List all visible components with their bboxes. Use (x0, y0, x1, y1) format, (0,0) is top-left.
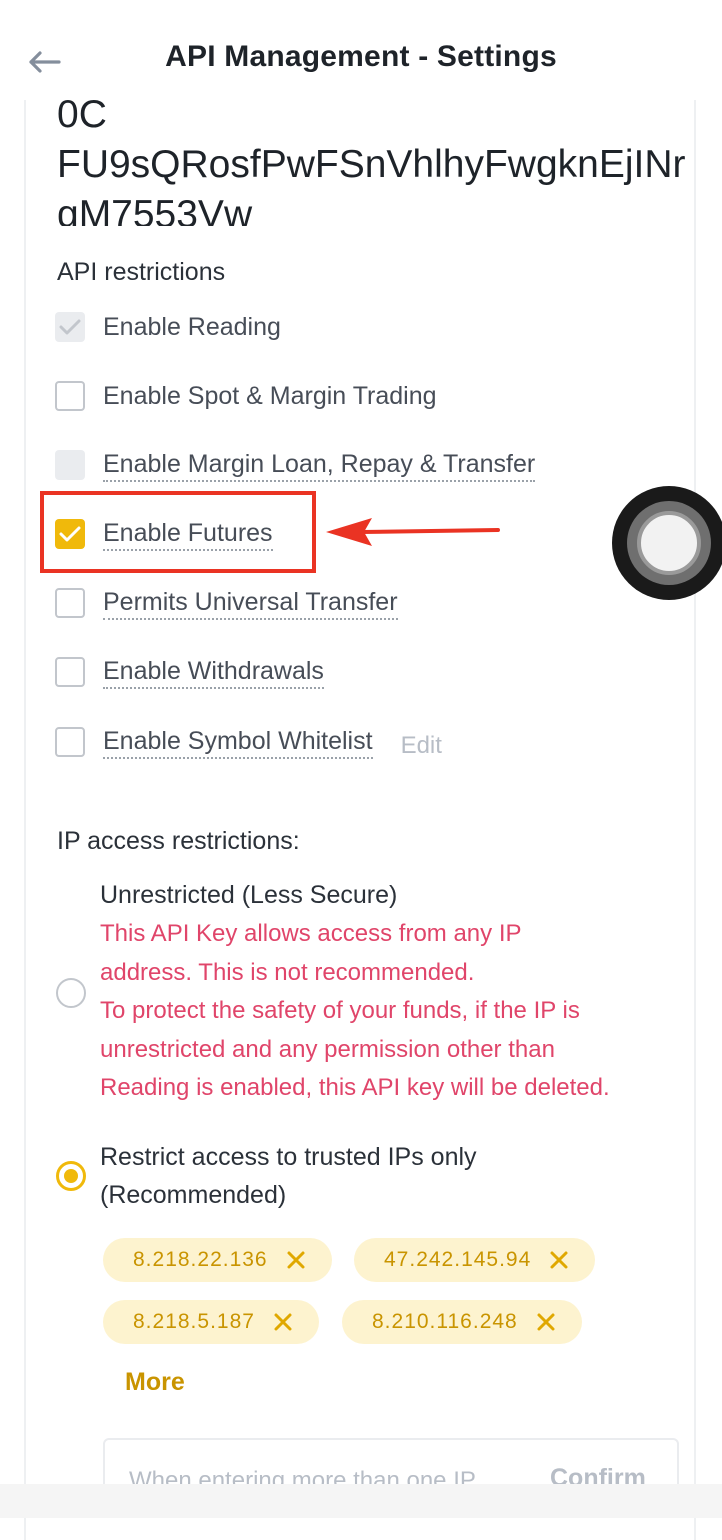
checkbox (55, 312, 85, 342)
ip-address: 8.218.5.187 (133, 1310, 255, 1333)
ip-chip: 8.218.22.136 (103, 1238, 332, 1282)
radio-selected-dot (64, 1169, 78, 1183)
ip-restrictions-heading: IP access restrictions: (57, 827, 300, 855)
api-restrictions-heading: API restrictions (57, 258, 226, 286)
api-key-line: FU9sQRosfPwFSnVhlhyFwgknEjINr (57, 143, 686, 186)
unrestricted-warning: This API Key allows access from any IP a… (100, 915, 700, 1108)
permission-label: Enable Margin Loan, Repay & Transfer (103, 449, 536, 482)
permission-enable-spot-margin-trading[interactable]: Enable Spot & Margin Trading (55, 376, 437, 416)
permission-enable-margin-loan: Enable Margin Loan, Repay & Transfer (55, 445, 536, 485)
check-icon (59, 319, 81, 335)
more-ips-link[interactable]: More (125, 1368, 185, 1397)
close-icon (550, 1251, 568, 1269)
ip-address: 47.242.145.94 (384, 1248, 532, 1271)
warning-line: This API Key allows access from any IP (100, 920, 522, 947)
annotation-highlight-box (40, 491, 316, 573)
checkbox[interactable] (55, 727, 85, 757)
annotation-arrow-icon (326, 518, 500, 546)
warning-line: unrestricted and any permission other th… (100, 1035, 555, 1063)
checkbox[interactable] (55, 657, 85, 687)
permission-label: Permits Universal Transfer (103, 587, 398, 620)
permission-label: Enable Withdrawals (103, 656, 324, 689)
warning-line: address. This is not recommended. (100, 958, 475, 986)
remove-ip-button[interactable] (286, 1250, 306, 1270)
restricted-radio[interactable] (56, 1161, 86, 1191)
ip-address: 8.218.22.136 (133, 1248, 268, 1271)
screen-recorder-button[interactable] (612, 486, 722, 600)
close-icon (274, 1313, 292, 1331)
ip-address: 8.210.116.248 (372, 1310, 518, 1333)
unrestricted-option-title[interactable]: Unrestricted (Less Secure) (100, 876, 397, 914)
record-icon (637, 511, 701, 575)
checkbox[interactable] (55, 588, 85, 618)
restricted-title-line: (Recommended) (100, 1181, 287, 1209)
permission-label: Enable Reading (103, 312, 281, 341)
header-bar: API Management - Settings (0, 0, 722, 100)
warning-line: To protect the safety of your funds, if … (100, 997, 580, 1024)
remove-ip-button[interactable] (273, 1312, 293, 1332)
bottom-bar (0, 1484, 722, 1518)
unrestricted-radio[interactable] (56, 978, 86, 1008)
close-icon (537, 1313, 555, 1331)
restricted-title-line: Restrict access to trusted IPs only (100, 1143, 477, 1171)
api-key-line: gM7553Vw (57, 193, 253, 226)
api-key-display: tc1qLr72NTrWWUCsFC7C2tPHKWp0C FU9sQRosfP… (57, 86, 697, 226)
permission-symbol-whitelist[interactable]: Enable Symbol Whitelist Edit (55, 722, 442, 762)
permission-label: Enable Symbol Whitelist (103, 726, 373, 759)
page-title: API Management - Settings (165, 40, 557, 73)
remove-ip-button[interactable] (536, 1312, 556, 1332)
remove-ip-button[interactable] (549, 1250, 569, 1270)
permission-label: Enable Spot & Margin Trading (103, 381, 437, 410)
ip-chip: 47.242.145.94 (354, 1238, 596, 1282)
permission-enable-reading: Enable Reading (55, 307, 281, 347)
warning-line: Reading is enabled, this API key will be… (100, 1074, 610, 1101)
permission-universal-transfer[interactable]: Permits Universal Transfer (55, 583, 398, 623)
close-icon (287, 1251, 305, 1269)
ip-chip: 8.210.116.248 (342, 1300, 582, 1344)
checkbox[interactable] (55, 381, 85, 411)
edit-whitelist-link[interactable]: Edit (401, 732, 442, 760)
permission-enable-withdrawals[interactable]: Enable Withdrawals (55, 652, 324, 692)
ip-chip: 8.218.5.187 (103, 1300, 319, 1344)
checkbox (55, 450, 85, 480)
restricted-option-title[interactable]: Restrict access to trusted IPs only (Rec… (100, 1138, 477, 1214)
